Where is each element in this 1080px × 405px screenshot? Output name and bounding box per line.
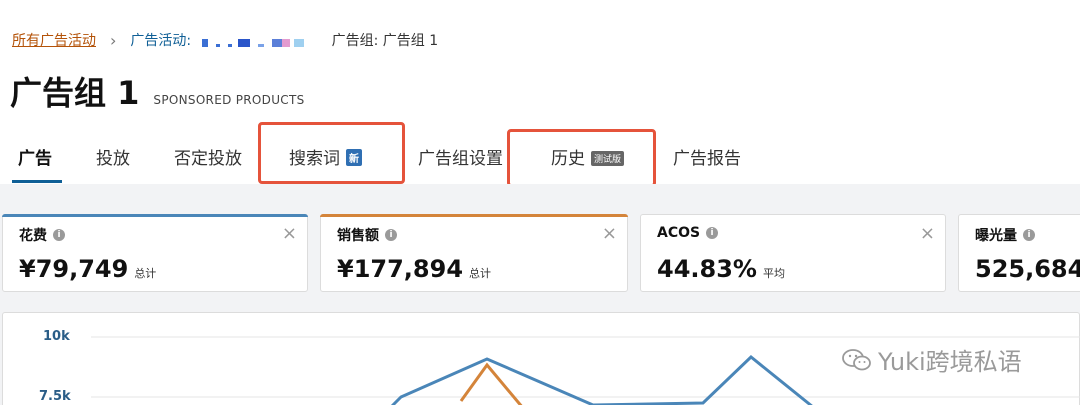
breadcrumb-current: 广告组: 广告组 1 — [331, 33, 439, 49]
metric-unit: 总计 — [134, 267, 157, 280]
info-icon[interactable]: i — [53, 229, 65, 241]
metric-value: ¥79,749 总计 — [19, 255, 156, 283]
metric-label: 花费 i — [19, 225, 65, 245]
metric-value-text: ¥177,894 — [337, 255, 464, 283]
metric-card-acos[interactable]: ACOS i × 44.83% 平均 — [640, 214, 946, 292]
metric-label-text: 花费 — [19, 228, 47, 244]
breadcrumb-all-campaigns-link[interactable]: 所有广告活动 — [12, 30, 96, 50]
watermark: Yuki跨境私语 — [842, 342, 1022, 377]
tab-negative-targeting-label: 否定投放 — [174, 149, 242, 169]
metric-label-text: 曝光量 — [975, 228, 1017, 244]
metric-label: ACOS i — [657, 225, 719, 241]
tab-ad-group-settings-label: 广告组设置 — [418, 149, 503, 169]
highlight-box-history — [507, 129, 656, 187]
info-icon[interactable]: i — [1023, 229, 1035, 241]
metric-accent-bar — [320, 214, 628, 217]
tab-ad-group-settings[interactable]: 广告组设置 — [418, 144, 503, 169]
metric-label-text: ACOS — [657, 225, 701, 241]
metric-unit: 平均 — [762, 267, 785, 280]
wechat-icon — [842, 348, 872, 371]
metric-value: 44.83% 平均 — [657, 255, 785, 283]
highlight-box-search-terms — [258, 122, 405, 184]
page-header: 广告组 1 SPONSORED PRODUCTS — [10, 68, 305, 114]
tab-targeting[interactable]: 投放 — [96, 144, 130, 169]
close-icon[interactable]: × — [282, 225, 297, 243]
metric-accent-bar — [2, 214, 308, 217]
metric-value: ¥177,894 总计 — [337, 255, 491, 283]
tab-targeting-label: 投放 — [96, 149, 130, 169]
metric-card-spend[interactable]: 花费 i × ¥79,749 总计 — [2, 214, 308, 292]
tab-ads-label: 广告 — [18, 149, 52, 169]
breadcrumb-campaign-label: 广告活动: — [130, 33, 192, 49]
tab-ad-report-label: 广告报告 — [673, 149, 741, 169]
metric-label: 销售额 i — [337, 225, 397, 245]
tab-ad-report[interactable]: 广告报告 — [673, 144, 741, 169]
redacted-campaign-name — [201, 36, 312, 47]
metric-value-text: 44.83% — [657, 255, 757, 283]
info-icon[interactable]: i — [385, 229, 397, 241]
close-icon[interactable]: × — [602, 225, 617, 243]
metric-value-text: ¥79,749 — [19, 255, 129, 283]
metric-value: 525,684 — [975, 255, 1080, 283]
close-icon[interactable]: × — [920, 225, 935, 243]
metric-unit: 总计 — [469, 267, 492, 280]
breadcrumb-campaign-link[interactable]: 广告活动: — [130, 30, 311, 50]
page-title: 广告组 1 — [10, 74, 140, 112]
watermark-text: Yuki跨境私语 — [878, 348, 1022, 376]
breadcrumb: 所有广告活动 › 广告活动: 广告组: 广告组 1 — [12, 30, 438, 50]
metric-card-impressions[interactable]: 曝光量 i 525,684 — [958, 214, 1080, 292]
tab-negative-targeting[interactable]: 否定投放 — [174, 144, 242, 169]
metric-label: 曝光量 i — [975, 225, 1035, 245]
tab-ads[interactable]: 广告 — [18, 144, 52, 169]
info-icon[interactable]: i — [706, 227, 719, 239]
series-line-spend — [390, 355, 813, 405]
metric-label-text: 销售额 — [337, 228, 379, 244]
active-tab-indicator — [12, 180, 62, 183]
chevron-right-icon: › — [110, 30, 117, 50]
page-subtitle: SPONSORED PRODUCTS — [153, 93, 305, 107]
metric-card-sales[interactable]: 销售额 i × ¥177,894 总计 — [320, 214, 628, 292]
metric-value-text: 525,684 — [975, 255, 1080, 283]
